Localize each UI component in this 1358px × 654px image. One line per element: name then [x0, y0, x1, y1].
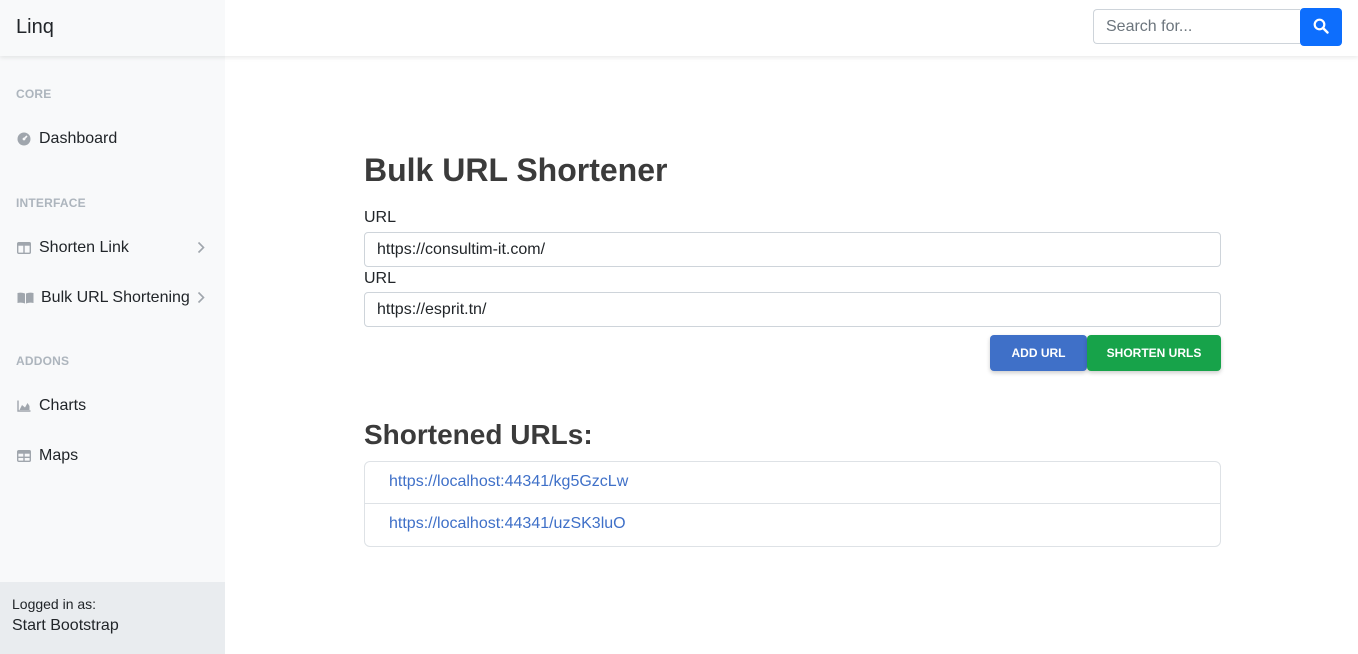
book-open-icon: [16, 290, 34, 306]
chevron-right-icon: [197, 291, 205, 309]
sidebar-item-label: Shorten Link: [39, 239, 129, 256]
shortened-urls-list: https://localhost:44341/kg5GzcLw https:/…: [364, 461, 1221, 547]
tachometer-icon: [16, 131, 32, 147]
url-label: URL: [364, 270, 397, 287]
search-form: [1093, 8, 1342, 46]
page-title: Bulk URL Shortener: [364, 152, 668, 188]
shortened-url-link[interactable]: https://localhost:44341/kg5GzcLw: [389, 473, 628, 490]
sidebar-heading-addons: ADDONS: [16, 354, 70, 368]
url-input[interactable]: [364, 292, 1221, 327]
sidebar-heading-interface: INTERFACE: [16, 196, 86, 210]
sidebar-item-label: Maps: [39, 447, 79, 464]
list-item: https://localhost:44341/uzSK3luO: [365, 504, 1220, 546]
main-content: Bulk URL Shortener URL URL ADD URL SHORT…: [225, 56, 1358, 654]
shortened-url-link[interactable]: https://localhost:44341/uzSK3luO: [389, 515, 626, 532]
add-url-button[interactable]: ADD URL: [990, 335, 1087, 371]
shortened-urls-heading: Shortened URLs:: [364, 419, 593, 450]
logged-in-label: Logged in as:: [12, 596, 97, 612]
table-icon: [16, 448, 32, 464]
chart-area-icon: [16, 398, 32, 414]
sidebar-item-label: Bulk URL Shortening: [41, 289, 190, 306]
columns-icon: [16, 240, 32, 256]
list-item: https://localhost:44341/kg5GzcLw: [365, 462, 1220, 504]
chevron-right-icon: [197, 241, 205, 259]
sidebar-item-dashboard[interactable]: Dashboard: [16, 127, 211, 151]
sidebar-item-bulk-url-shortening[interactable]: Bulk URL Shortening: [16, 286, 211, 310]
shorten-urls-button[interactable]: SHORTEN URLS: [1087, 335, 1221, 371]
sidebar-item-label: Charts: [39, 397, 87, 414]
top-navbar: Linq: [0, 0, 1358, 56]
sidebar-heading-core: CORE: [16, 87, 52, 101]
sidebar: CORE Dashboard INTERFACE Shorten Link Bu…: [0, 56, 225, 654]
brand-logo[interactable]: Linq: [0, 0, 225, 56]
url-input[interactable]: [364, 232, 1221, 267]
sidebar-item-charts[interactable]: Charts: [16, 394, 211, 418]
search-button[interactable]: [1300, 8, 1342, 46]
sidebar-item-shorten-link[interactable]: Shorten Link: [16, 236, 211, 260]
search-input[interactable]: [1093, 9, 1300, 44]
sidebar-item-maps[interactable]: Maps: [16, 444, 211, 468]
sidebar-footer: Logged in as: Start Bootstrap: [0, 582, 225, 654]
url-label: URL: [364, 209, 397, 226]
search-icon: [1313, 18, 1329, 37]
sidebar-item-label: Dashboard: [39, 130, 118, 147]
logged-in-user: Start Bootstrap: [12, 617, 119, 634]
